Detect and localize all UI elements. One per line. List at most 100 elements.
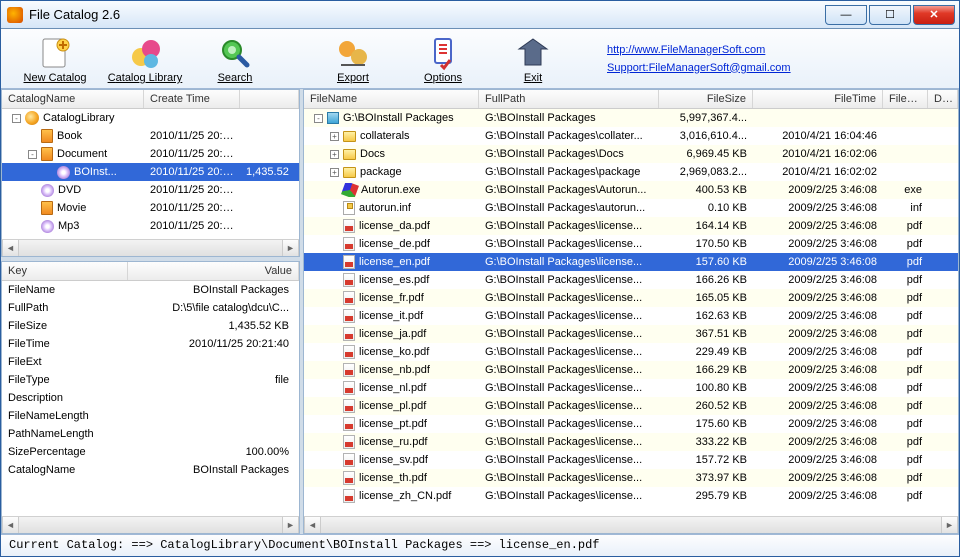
tree-col-extra[interactable]: [240, 90, 299, 108]
file-name-label: license_da.pdf: [359, 220, 430, 232]
options-label: Options: [424, 72, 462, 84]
catalog-tree-row[interactable]: Book2010/11/25 20:2...: [2, 127, 299, 145]
file-row[interactable]: Autorun.exeG:\BOInstall Packages\Autorun…: [304, 181, 958, 199]
properties-grid[interactable]: Key Value FileNameBOInstall PackagesFull…: [1, 261, 300, 534]
file-row[interactable]: license_es.pdfG:\BOInstall Packages\lice…: [304, 271, 958, 289]
property-row[interactable]: Description: [2, 389, 299, 407]
file-name-label: license_it.pdf: [359, 310, 423, 322]
property-row[interactable]: SizePercentage100.00%: [2, 443, 299, 461]
catalog-library-label: Catalog Library: [108, 72, 183, 84]
titlebar[interactable]: File Catalog 2.6 — ☐ ✕: [1, 1, 959, 29]
file-name-label: package: [360, 166, 402, 178]
file-row[interactable]: license_fr.pdfG:\BOInstall Packages\lice…: [304, 289, 958, 307]
property-row[interactable]: FileTime2010/11/25 20:21:40: [2, 335, 299, 353]
app-window: File Catalog 2.6 — ☐ ✕ New Catalog Catal…: [0, 0, 960, 557]
file-name-label: license_nl.pdf: [359, 382, 426, 394]
file-name-label: autorun.inf: [359, 202, 411, 214]
export-button[interactable]: Export: [313, 33, 393, 84]
file-row[interactable]: license_da.pdfG:\BOInstall Packages\lice…: [304, 217, 958, 235]
expander-icon[interactable]: +: [330, 168, 339, 177]
tree-col-time[interactable]: Create Time: [144, 90, 240, 108]
expander-icon[interactable]: +: [330, 150, 339, 159]
catalog-library-icon: [127, 35, 163, 71]
file-row[interactable]: +packageG:\BOInstall Packages\package2,9…: [304, 163, 958, 181]
property-row[interactable]: FullPathD:\5\file catalog\dcu\C...: [2, 299, 299, 317]
file-name-label: license_ja.pdf: [359, 328, 426, 340]
col-fileext[interactable]: FileExt: [883, 90, 928, 108]
file-row[interactable]: license_pt.pdfG:\BOInstall Packages\lice…: [304, 415, 958, 433]
file-name-label: Autorun.exe: [361, 184, 420, 196]
file-row[interactable]: license_ja.pdfG:\BOInstall Packages\lice…: [304, 325, 958, 343]
col-filetime[interactable]: FileTime: [753, 90, 883, 108]
props-hscroll[interactable]: ◄►: [2, 516, 299, 533]
expander-icon[interactable]: -: [28, 150, 37, 159]
catalog-tree-row[interactable]: BOInst...2010/11/25 20:2...1,435.52: [2, 163, 299, 181]
file-list[interactable]: FileName FullPath FileSize FileTime File…: [303, 89, 959, 534]
close-button[interactable]: ✕: [913, 5, 955, 25]
property-row[interactable]: PathNameLength: [2, 425, 299, 443]
file-row[interactable]: license_pl.pdfG:\BOInstall Packages\lice…: [304, 397, 958, 415]
property-row[interactable]: FileTypefile: [2, 371, 299, 389]
minimize-button[interactable]: —: [825, 5, 867, 25]
file-row[interactable]: license_sv.pdfG:\BOInstall Packages\lice…: [304, 451, 958, 469]
prop-col-key[interactable]: Key: [2, 262, 128, 280]
file-row[interactable]: license_nb.pdfG:\BOInstall Packages\lice…: [304, 361, 958, 379]
file-name-label: G:\BOInstall Packages: [343, 112, 454, 124]
tree-col-name[interactable]: CatalogName: [2, 90, 144, 108]
catalog-tree-row[interactable]: Mp32010/11/25 20:2...: [2, 217, 299, 235]
col-descrip[interactable]: Descrip: [928, 90, 958, 108]
catalog-tree-row[interactable]: -Document2010/11/25 20:2...: [2, 145, 299, 163]
search-label: Search: [218, 72, 253, 84]
col-filename[interactable]: FileName: [304, 90, 479, 108]
catalog-tree-row[interactable]: Movie2010/11/25 20:2...: [2, 199, 299, 217]
new-catalog-icon: [37, 35, 73, 71]
file-row[interactable]: license_th.pdfG:\BOInstall Packages\lice…: [304, 469, 958, 487]
left-pane: CatalogName Create Time - CatalogLibrary B…: [1, 89, 303, 534]
file-name-label: Docs: [360, 148, 385, 160]
property-row[interactable]: FileExt: [2, 353, 299, 371]
file-hscroll[interactable]: ◄►: [304, 516, 958, 533]
catalog-tree[interactable]: CatalogName Create Time - CatalogLibrary B…: [1, 89, 300, 257]
prop-col-value[interactable]: Value: [128, 262, 299, 280]
property-row[interactable]: FileSize1,435.52 KB: [2, 317, 299, 335]
file-row[interactable]: license_nl.pdfG:\BOInstall Packages\lice…: [304, 379, 958, 397]
tree-item-label: Document: [57, 148, 107, 160]
expander-icon[interactable]: -: [12, 114, 21, 123]
expander-icon[interactable]: -: [314, 114, 323, 123]
homepage-link[interactable]: http://www.FileManagerSoft.com: [607, 44, 791, 56]
file-row[interactable]: license_zh_CN.pdfG:\BOInstall Packages\l…: [304, 487, 958, 505]
file-row[interactable]: +DocsG:\BOInstall Packages\Docs6,969.45 …: [304, 145, 958, 163]
tree-item-label: BOInst...: [74, 166, 117, 178]
catalog-tree-row[interactable]: DVD2010/11/25 20:2...: [2, 181, 299, 199]
col-filesize[interactable]: FileSize: [659, 90, 753, 108]
property-row[interactable]: FileNameBOInstall Packages: [2, 281, 299, 299]
file-row[interactable]: license_de.pdfG:\BOInstall Packages\lice…: [304, 235, 958, 253]
catalog-tree-row[interactable]: - CatalogLibrary: [2, 109, 299, 127]
expander-icon[interactable]: +: [330, 132, 339, 141]
search-button[interactable]: Search: [195, 33, 275, 84]
property-row[interactable]: CatalogNameBOInstall Packages: [2, 461, 299, 479]
file-row[interactable]: -G:\BOInstall PackagesG:\BOInstall Packa…: [304, 109, 958, 127]
file-name-label: license_th.pdf: [359, 472, 427, 484]
exit-icon: [515, 35, 551, 71]
file-row[interactable]: license_it.pdfG:\BOInstall Packages\lice…: [304, 307, 958, 325]
new-catalog-button[interactable]: New Catalog: [15, 33, 95, 84]
tree-item-label: Book: [57, 130, 82, 142]
maximize-button[interactable]: ☐: [869, 5, 911, 25]
file-row[interactable]: license_ko.pdfG:\BOInstall Packages\lice…: [304, 343, 958, 361]
catalog-library-button[interactable]: Catalog Library: [105, 33, 185, 84]
support-link[interactable]: Support:FileManagerSoft@gmail.com: [607, 62, 791, 74]
file-name-label: license_de.pdf: [359, 238, 430, 250]
file-row[interactable]: +collateralsG:\BOInstall Packages\collat…: [304, 127, 958, 145]
file-name-label: license_ru.pdf: [359, 436, 428, 448]
options-button[interactable]: Options: [403, 33, 483, 84]
exit-button[interactable]: Exit: [493, 33, 573, 84]
tree-item-label: Movie: [57, 202, 86, 214]
tree-item-label: CatalogLibrary: [43, 112, 115, 124]
file-row[interactable]: license_en.pdfG:\BOInstall Packages\lice…: [304, 253, 958, 271]
tree-hscroll[interactable]: ◄►: [2, 239, 299, 256]
col-fullpath[interactable]: FullPath: [479, 90, 659, 108]
file-row[interactable]: autorun.infG:\BOInstall Packages\autorun…: [304, 199, 958, 217]
property-row[interactable]: FileNameLength: [2, 407, 299, 425]
file-row[interactable]: license_ru.pdfG:\BOInstall Packages\lice…: [304, 433, 958, 451]
